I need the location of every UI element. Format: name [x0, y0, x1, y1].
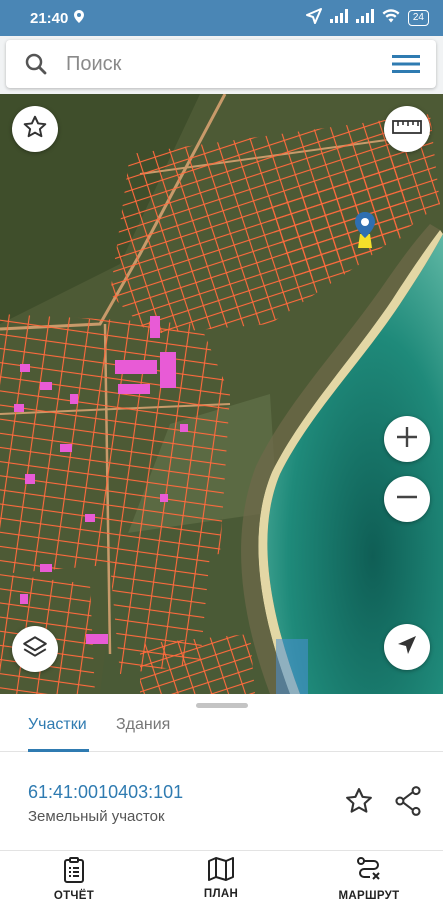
star-icon[interactable]	[344, 786, 374, 821]
favorite-button[interactable]	[12, 106, 58, 152]
zoom-out-button[interactable]	[384, 476, 430, 522]
signal-icon	[355, 9, 374, 27]
tab-buildings[interactable]: Здания	[116, 716, 170, 752]
location-icon	[74, 9, 85, 27]
my-location-button[interactable]	[384, 624, 430, 670]
search-container	[0, 36, 443, 94]
share-icon[interactable]	[394, 786, 422, 821]
navigation-arrow-icon	[305, 8, 322, 28]
parcel-type: Земельный участок	[28, 808, 165, 825]
search-input[interactable]	[66, 52, 366, 76]
info-sheet: Участки Здания 61:41:0010403:101 Земельн…	[0, 694, 443, 910]
nav-report[interactable]: ОТЧЁТ	[19, 857, 129, 902]
layers-button[interactable]	[12, 626, 58, 672]
status-time: 21:40	[30, 9, 69, 27]
status-bar: 21:40 24	[0, 0, 443, 36]
zoom-in-button[interactable]	[384, 416, 430, 462]
parcel-item[interactable]: 61:41:0010403:101 Земельный участок	[0, 772, 443, 842]
battery-indicator: 24	[407, 10, 429, 26]
star-icon	[22, 114, 48, 145]
layers-icon	[22, 634, 48, 665]
parcel-cadastral-number[interactable]: 61:41:0010403:101	[28, 782, 183, 803]
ruler-icon	[392, 119, 422, 139]
menu-icon[interactable]	[376, 54, 436, 74]
search-icon[interactable]	[6, 53, 66, 75]
zoom-in-icon	[395, 425, 419, 454]
nav-plan[interactable]: ПЛАН	[166, 857, 276, 900]
my-location-icon	[396, 634, 418, 661]
ruler-button[interactable]	[384, 106, 430, 152]
bottom-navigation: ОТЧЁТ ПЛАН МАРШРУТ	[0, 850, 443, 910]
nav-route-label: МАРШРУТ	[338, 890, 400, 902]
map-icon	[208, 857, 234, 888]
route-icon	[356, 857, 382, 890]
tab-bar: Участки Здания	[0, 708, 443, 752]
zoom-out-icon	[395, 485, 419, 514]
satellite-imagery	[0, 94, 443, 694]
nav-route[interactable]: МАРШРУТ	[314, 857, 424, 902]
wifi-icon	[382, 9, 400, 27]
search-bar	[6, 40, 436, 88]
signal-icon	[329, 9, 348, 27]
satellite-map[interactable]	[0, 94, 443, 694]
parcel-marker[interactable]	[354, 212, 376, 253]
tab-parcels[interactable]: Участки	[28, 716, 89, 752]
nav-plan-label: ПЛАН	[203, 888, 239, 900]
nav-report-label: ОТЧЁТ	[53, 890, 95, 902]
clipboard-icon	[62, 857, 86, 890]
